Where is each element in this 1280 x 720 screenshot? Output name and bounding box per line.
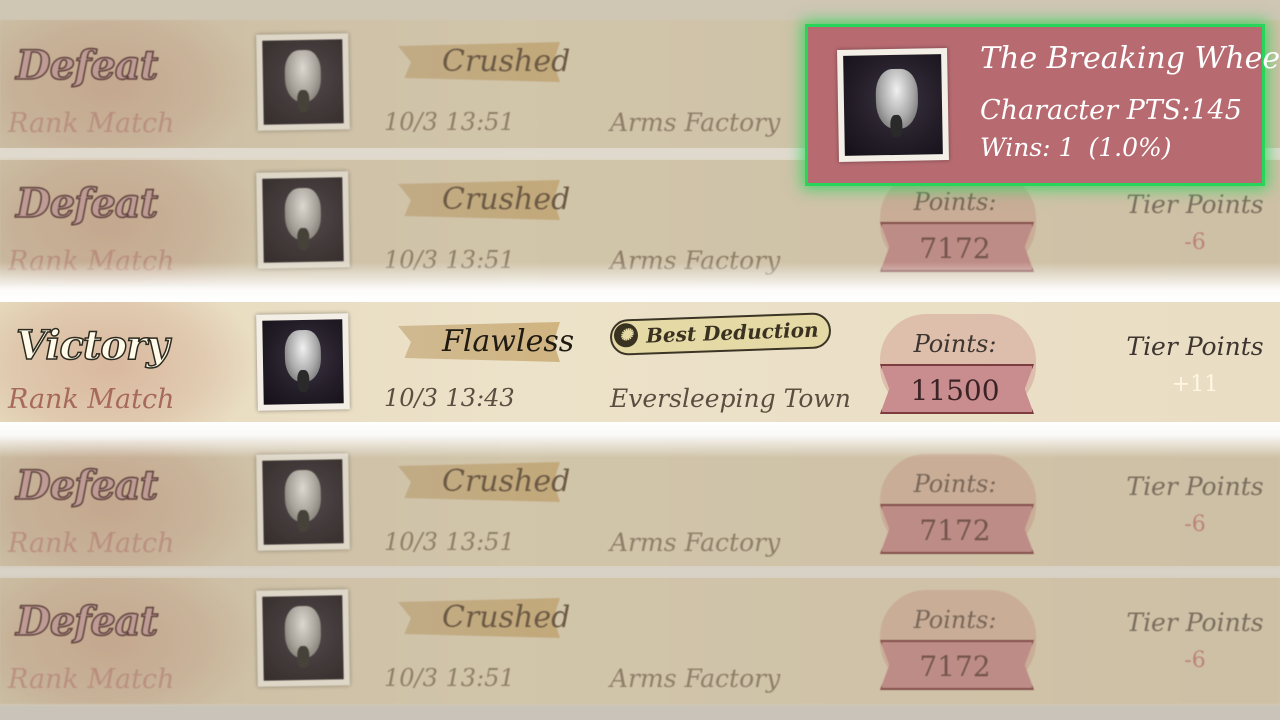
best-deduction-badge: ✺ Best Deduction bbox=[609, 312, 832, 356]
badge-label: Best Deduction bbox=[645, 317, 819, 348]
character-wins: Wins: 1 (1.0%) bbox=[980, 133, 1172, 162]
match-time: 10/3 13:51 bbox=[384, 664, 515, 692]
match-record-row[interactable]: Defeat Rank Match Crushed 10/3 13:51 Arm… bbox=[0, 440, 1280, 568]
match-record-row-selected[interactable]: Victory Rank Match Flawless ✺ Best Deduc… bbox=[0, 300, 1280, 424]
character-tooltip: The Breaking Wheel Character PTS:145 Win… bbox=[805, 24, 1280, 186]
match-time: 10/3 13:51 bbox=[384, 246, 515, 274]
tier-points-value: -6 bbox=[1184, 512, 1206, 537]
match-verdict: Crushed bbox=[442, 182, 571, 217]
match-result: Defeat bbox=[15, 461, 159, 510]
points-label: Points: bbox=[913, 606, 997, 634]
points-value: 7172 bbox=[919, 514, 991, 547]
match-mode: Rank Match bbox=[8, 246, 175, 277]
match-map: Arms Factory bbox=[610, 108, 781, 137]
hunter-portrait-icon bbox=[837, 48, 949, 162]
match-map: Arms Factory bbox=[610, 528, 781, 557]
points-value: 11500 bbox=[910, 374, 1000, 407]
hunter-portrait-icon[interactable] bbox=[256, 33, 350, 131]
match-result: Defeat bbox=[15, 41, 159, 90]
match-time: 10/3 13:43 bbox=[384, 384, 515, 412]
hunter-portrait-icon[interactable] bbox=[256, 313, 350, 411]
win-rate: (1.0%) bbox=[1088, 133, 1172, 162]
tier-points-label: Tier Points bbox=[1126, 190, 1264, 219]
character-name: The Breaking Wheel bbox=[980, 41, 1280, 76]
match-map: Eversleeping Town bbox=[610, 384, 851, 413]
match-verdict: Flawless bbox=[442, 324, 575, 359]
tier-points-label: Tier Points bbox=[1126, 472, 1264, 501]
match-time: 10/3 13:51 bbox=[384, 528, 515, 556]
points-label: Points: bbox=[913, 470, 997, 498]
match-result: Defeat bbox=[15, 179, 159, 228]
tier-points-label: Tier Points bbox=[1126, 608, 1264, 637]
points-value: 7172 bbox=[919, 650, 991, 683]
wins-count: Wins: 1 bbox=[980, 133, 1075, 162]
points-label: Points: bbox=[913, 330, 997, 358]
points-value: 7172 bbox=[919, 232, 991, 265]
match-mode: Rank Match bbox=[8, 528, 175, 559]
tier-points-value: +11 bbox=[1171, 372, 1219, 397]
match-verdict: Crushed bbox=[442, 44, 571, 79]
film-reel-icon: ✺ bbox=[613, 322, 639, 348]
match-record-row[interactable]: Defeat Rank Match Crushed 10/3 13:51 Arm… bbox=[0, 576, 1280, 704]
match-verdict: Crushed bbox=[442, 600, 571, 635]
row-separator bbox=[0, 706, 1280, 720]
tier-points-label: Tier Points bbox=[1126, 332, 1264, 361]
hunter-portrait-icon[interactable] bbox=[256, 453, 350, 551]
character-points: Character PTS:145 bbox=[980, 95, 1242, 126]
match-result: Victory bbox=[15, 321, 170, 370]
match-map: Arms Factory bbox=[610, 664, 781, 693]
match-verdict: Crushed bbox=[442, 464, 571, 499]
hunter-portrait-icon[interactable] bbox=[256, 589, 350, 687]
match-mode: Rank Match bbox=[8, 108, 175, 139]
hunter-portrait-icon[interactable] bbox=[256, 171, 350, 269]
match-map: Arms Factory bbox=[610, 246, 781, 275]
tier-points-value: -6 bbox=[1184, 648, 1206, 673]
match-result: Defeat bbox=[15, 597, 159, 646]
tier-points-value: -6 bbox=[1184, 230, 1206, 255]
match-time: 10/3 13:51 bbox=[384, 108, 515, 136]
points-label: Points: bbox=[913, 188, 997, 216]
match-mode: Rank Match bbox=[8, 384, 175, 415]
match-mode: Rank Match bbox=[8, 664, 175, 695]
